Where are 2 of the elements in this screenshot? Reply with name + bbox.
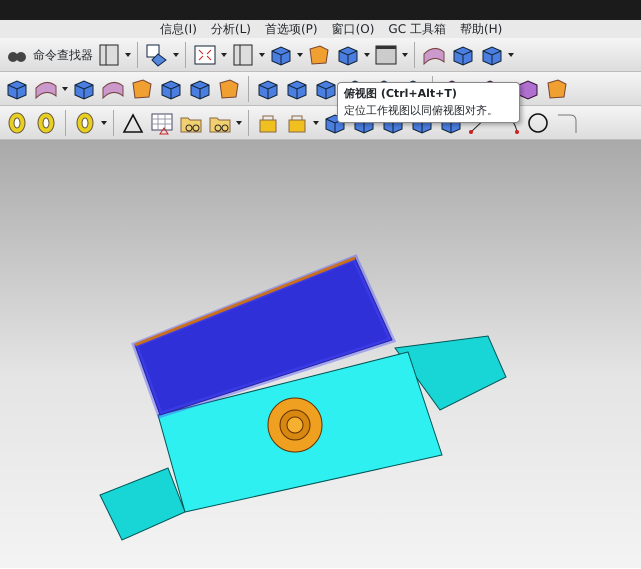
- tooltip-description: 定位工作视图以同俯视图对齐。: [344, 102, 499, 118]
- tooltip-title: 俯视图 (Ctrl+Alt+T): [344, 86, 458, 102]
